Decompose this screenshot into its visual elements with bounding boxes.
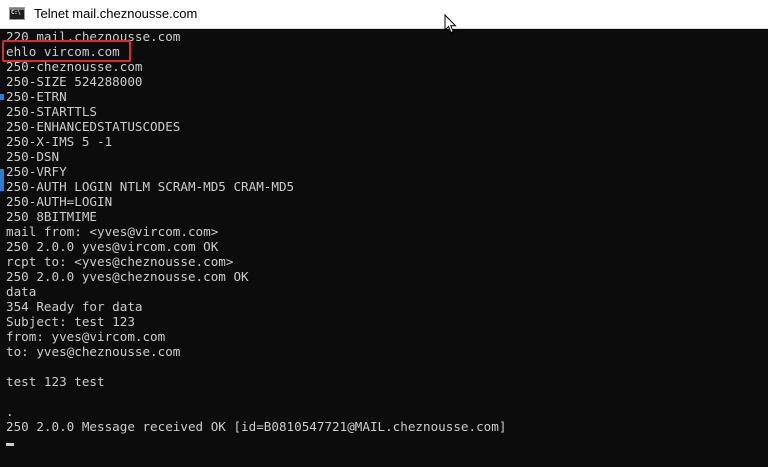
edge-artifact — [0, 94, 4, 100]
terminal-line: 250-AUTH LOGIN NTLM SCRAM-MD5 CRAM-MD5 — [6, 179, 295, 194]
terminal-line: 250 2.0.0 Message received OK [id=B08105… — [6, 419, 507, 434]
terminal-line: 250-VRFY — [6, 164, 67, 179]
terminal-line: . — [6, 404, 14, 419]
terminal-line: test 123 test — [6, 374, 105, 389]
mouse-pointer-icon — [444, 14, 457, 34]
icon-glyph: C:\ — [11, 9, 21, 16]
terminal-line: Subject: test 123 — [6, 314, 135, 329]
window-title: Telnet mail.cheznousse.com — [34, 6, 198, 21]
terminal-line: 250-SIZE 524288000 — [6, 74, 143, 89]
terminal-output[interactable]: 220 mail.cheznousse.com ehlo vircom.com … — [0, 29, 768, 467]
terminal-line: to: yves@cheznousse.com — [6, 344, 181, 359]
terminal-line: 250-ENHANCEDSTATUSCODES — [6, 119, 181, 134]
highlight-box — [2, 40, 131, 62]
terminal-line: data — [6, 284, 37, 299]
terminal-line: from: yves@vircom.com — [6, 329, 166, 344]
terminal-line: 250-ETRN — [6, 89, 67, 104]
terminal-line: 250-X-IMS 5 -1 — [6, 134, 113, 149]
terminal-line: 250 2.0.0 yves@cheznousse.com OK — [6, 269, 249, 284]
terminal-line: 250 2.0.0 yves@vircom.com OK — [6, 239, 219, 254]
terminal-line: rcpt to: <yves@cheznousse.com> — [6, 254, 234, 269]
terminal-line: 250-DSN — [6, 149, 60, 164]
command-prompt-icon: C:\ — [9, 7, 25, 20]
terminal-line: 354 Ready for data — [6, 299, 143, 314]
title-bar[interactable]: C:\ Telnet mail.cheznousse.com — [0, 0, 768, 29]
edge-artifact — [0, 169, 4, 191]
telnet-window: C:\ Telnet mail.cheznousse.com 220 mail.… — [0, 0, 768, 467]
terminal-line: mail from: <yves@vircom.com> — [6, 224, 219, 239]
text-cursor — [6, 443, 14, 446]
terminal-line: 250 8BITMIME — [6, 209, 97, 224]
terminal-line: 250-AUTH=LOGIN — [6, 194, 113, 209]
terminal-line: 250-STARTTLS — [6, 104, 97, 119]
